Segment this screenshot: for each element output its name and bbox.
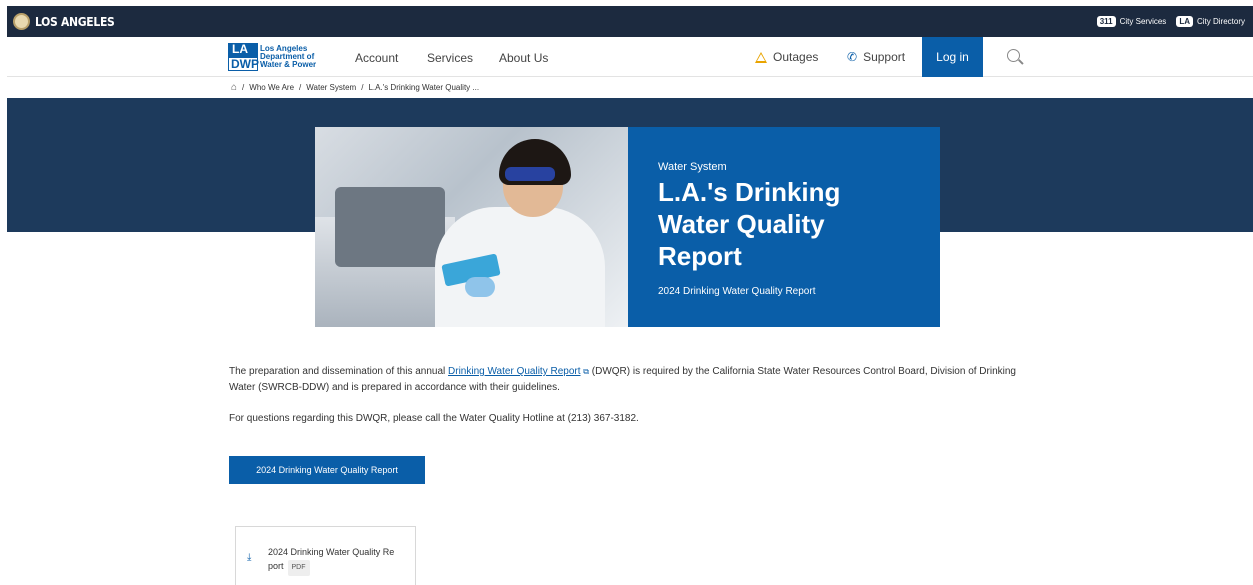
- hotline-paragraph: For questions regarding this DWQR, pleas…: [229, 413, 639, 424]
- city-name: LOS ANGELES: [35, 14, 115, 29]
- city-services-label: City Services: [1119, 17, 1167, 26]
- logo-text-line: Water & Power: [260, 60, 317, 69]
- breadcrumb-current: L.A.'s Drinking Water Quality ...: [368, 83, 480, 92]
- download-icon: ⤓: [247, 552, 252, 563]
- nav-account[interactable]: Account: [355, 51, 398, 65]
- report-button[interactable]: 2024 Drinking Water Quality Report: [229, 456, 425, 484]
- nav-about-us[interactable]: About Us: [499, 51, 548, 65]
- city-directory-link[interactable]: LA City Directory: [1176, 16, 1245, 27]
- breadcrumb-separator: /: [242, 83, 245, 92]
- page-title: L.A.'s Drinking Water Quality Report: [658, 177, 841, 271]
- la-badge: LA: [1176, 16, 1193, 27]
- ladwp-logo[interactable]: LA DWP Los Angeles Department of Water &…: [228, 43, 316, 71]
- breadcrumb-separator: /: [361, 83, 364, 92]
- nav-support[interactable]: ✆ Support: [847, 50, 905, 64]
- dwqr-link[interactable]: Drinking Water Quality Report: [448, 366, 580, 377]
- city-brand[interactable]: LOS ANGELES: [13, 13, 115, 30]
- nav-support-label: Support: [863, 50, 906, 64]
- breadcrumb: ⌂ / Who We Are / Water System / L.A.'s D…: [231, 82, 479, 93]
- phone-icon: ✆: [847, 50, 858, 64]
- breadcrumb-who-we-are[interactable]: Who We Are: [249, 83, 294, 92]
- hero-subtitle: 2024 Drinking Water Quality Report: [658, 286, 816, 297]
- nav-outages-label: Outages: [773, 50, 819, 64]
- file-title-text: 2024 Drinking Water Quality Re port: [268, 547, 395, 571]
- nav-services[interactable]: Services: [427, 51, 473, 65]
- login-button[interactable]: Log in: [922, 37, 983, 77]
- intro-paragraph: The preparation and dissemination of thi…: [229, 364, 1029, 396]
- breadcrumb-water-system[interactable]: Water System: [306, 83, 356, 92]
- warning-icon: [755, 51, 767, 63]
- pdf-badge: PDF: [287, 560, 310, 576]
- home-icon[interactable]: ⌂: [231, 82, 237, 93]
- logo-dwp: DWP: [228, 57, 259, 71]
- logo-text: Los Angeles Department of Water & Power: [260, 45, 316, 69]
- city-seal-icon: [13, 13, 30, 30]
- logo-la: LA: [228, 43, 258, 57]
- breadcrumb-separator: /: [299, 83, 302, 92]
- nav-outages[interactable]: Outages: [755, 50, 818, 64]
- hero-lab-photo: [315, 127, 628, 327]
- file-download-card[interactable]: ⤓ 2024 Drinking Water Quality Re port PDF: [235, 526, 416, 585]
- main-nav: LA DWP Los Angeles Department of Water &…: [7, 37, 1253, 77]
- hero-card: Water System L.A.'s Drinking Water Quali…: [628, 127, 940, 327]
- file-title[interactable]: 2024 Drinking Water Quality Re port PDF: [268, 545, 408, 576]
- search-icon[interactable]: [1007, 49, 1020, 62]
- 311-badge: 311: [1096, 16, 1116, 27]
- hero-eyebrow: Water System: [658, 161, 727, 173]
- intro-text: The preparation and dissemination of thi…: [229, 366, 449, 377]
- city-directory-label: City Directory: [1196, 17, 1245, 26]
- city-services-link[interactable]: 311 City Services: [1096, 16, 1167, 27]
- city-bar: LOS ANGELES 311 City Services LA City Di…: [7, 6, 1253, 37]
